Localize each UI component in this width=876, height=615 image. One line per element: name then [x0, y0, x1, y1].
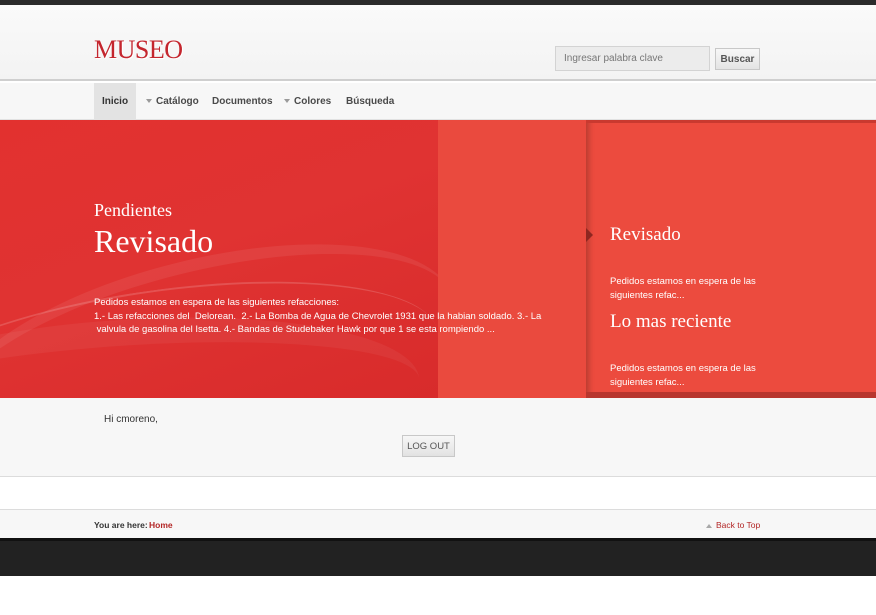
- side-item-text: Pedidos estamos en espera de las siguien…: [610, 363, 756, 388]
- hero-title[interactable]: Revisado: [94, 223, 213, 259]
- logout-button[interactable]: LOG OUT: [402, 435, 455, 457]
- hero-text: Pedidos estamos en espera de las siguien…: [94, 296, 542, 337]
- back-to-top-label: Back to Top: [716, 520, 761, 530]
- active-slide-arrow-icon: [586, 228, 593, 242]
- side-item-title[interactable]: Lo mas reciente: [610, 311, 731, 333]
- hero-text-line: 1.- Las refacciones del Delorean. 2.- La…: [94, 310, 542, 322]
- breadcrumb: You are here: Home Back to Top: [0, 509, 876, 538]
- nav-item-colores[interactable]: Colores: [284, 83, 331, 120]
- site-logo[interactable]: MUSEO: [94, 37, 183, 63]
- nav-item-label: Colores: [294, 96, 332, 107]
- dropdown-caret-icon: [284, 99, 290, 104]
- side-panel-top-edge: [586, 120, 876, 123]
- site-footer: [0, 538, 876, 576]
- nav-item-inicio[interactable]: Inicio: [94, 83, 136, 120]
- hero-side-panel: [586, 120, 876, 398]
- search-input[interactable]: [555, 46, 710, 71]
- side-item-text: Pedidos estamos en espera de las siguien…: [610, 276, 756, 301]
- nav-item-catalogo[interactable]: Catálogo: [146, 83, 199, 120]
- breadcrumb-home-link[interactable]: Home: [149, 520, 173, 530]
- hero-text-line: Pedidos estamos en espera de las siguien…: [94, 297, 340, 308]
- nav-item-busqueda[interactable]: Búsqueda: [346, 83, 394, 120]
- user-greeting: Hi cmoreno,: [104, 414, 158, 425]
- side-item-title[interactable]: Revisado: [610, 224, 681, 246]
- nav-item-label: Búsqueda: [346, 96, 395, 107]
- main-nav: Inicio Catálogo Documentos Colores Búsqu…: [0, 83, 876, 120]
- breadcrumb-label: You are here:: [94, 520, 148, 530]
- hero-slider: Pendientes Revisado Pedidos estamos en e…: [0, 120, 876, 398]
- nav-item-label: Catálogo: [156, 96, 199, 107]
- nav-item-label: Documentos: [212, 96, 273, 107]
- hero-middle-panel: [438, 120, 586, 398]
- nav-item-documentos[interactable]: Documentos: [212, 83, 273, 120]
- user-area: Hi cmoreno, LOG OUT: [0, 398, 876, 477]
- search-button[interactable]: Buscar: [715, 48, 760, 70]
- back-to-top-link[interactable]: Back to Top: [706, 520, 760, 530]
- dropdown-caret-icon: [146, 99, 152, 104]
- nav-item-label: Inicio: [101, 96, 129, 107]
- hero-main-slide[interactable]: [0, 120, 438, 398]
- up-caret-icon: [706, 523, 712, 528]
- hero-text-line: valvula de gasolina del Isetta. 4.- Band…: [94, 324, 495, 335]
- site-header: MUSEO Buscar: [0, 5, 876, 81]
- hero-kicker: Pendientes: [94, 200, 172, 220]
